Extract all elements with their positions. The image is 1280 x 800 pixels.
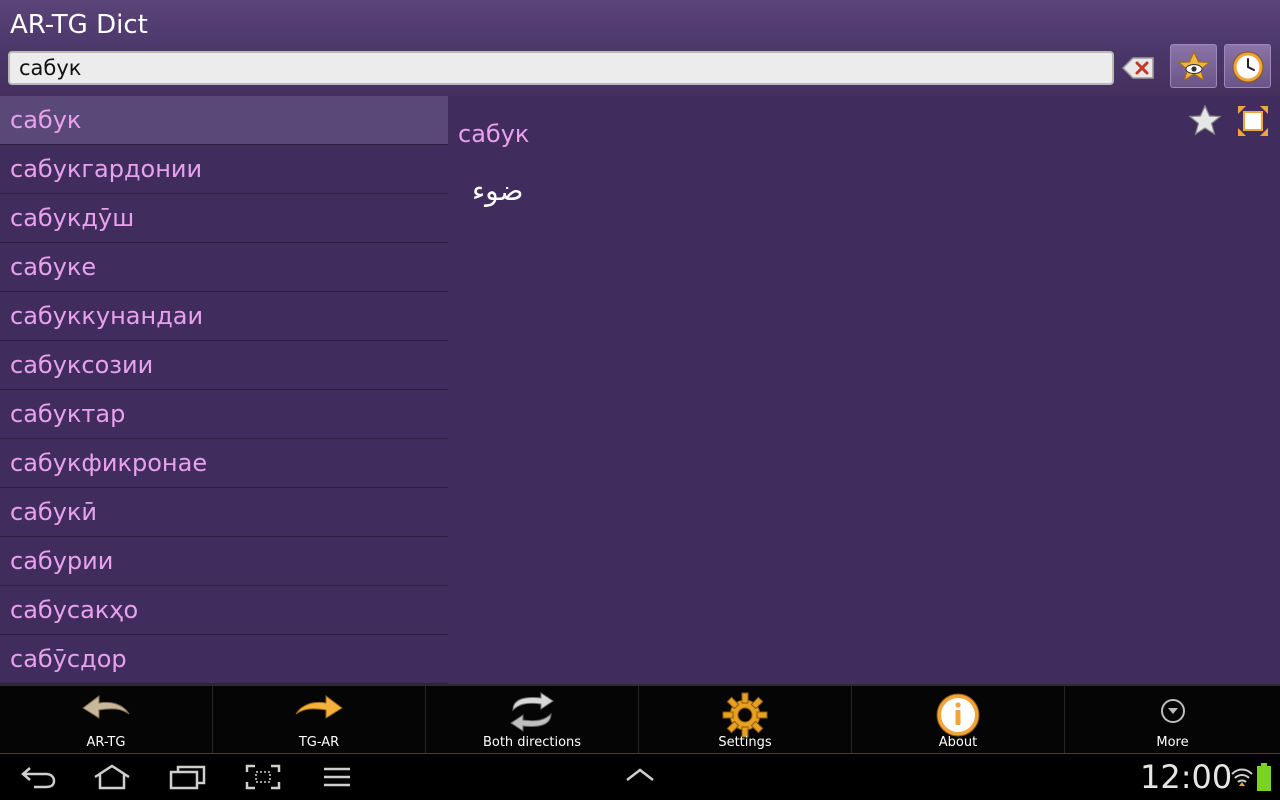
favorites-button[interactable] bbox=[1170, 44, 1217, 88]
word-list-item[interactable]: сабуккунандаи bbox=[0, 292, 448, 341]
recent-apps-icon[interactable] bbox=[168, 764, 208, 790]
word-list-item[interactable]: сабӯсдор bbox=[0, 635, 448, 684]
ar-tg-button[interactable]: AR-TG bbox=[0, 686, 213, 753]
both-directions-label: Both directions bbox=[482, 735, 582, 750]
menu-icon[interactable] bbox=[322, 764, 352, 790]
word-list-item[interactable]: сабуксозии bbox=[0, 341, 448, 390]
clear-search-button[interactable] bbox=[1120, 53, 1156, 83]
title-bar: AR-TG Dict bbox=[0, 0, 1280, 96]
settings-label: Settings bbox=[718, 735, 772, 750]
arrow-left-icon bbox=[82, 695, 130, 719]
definition-pane: сабук ضوء bbox=[448, 96, 1280, 684]
screenshot-icon[interactable] bbox=[245, 764, 281, 790]
search-field[interactable] bbox=[8, 51, 1114, 85]
action-bar: AR-TG TG-AR Both directions Settings Abo… bbox=[0, 684, 1280, 754]
ar-tg-label: AR-TG bbox=[86, 735, 126, 750]
word-list-item[interactable]: сабурии bbox=[0, 537, 448, 586]
star-eye-icon bbox=[1177, 50, 1211, 82]
chevron-up-icon[interactable] bbox=[624, 764, 656, 786]
swap-icon bbox=[510, 692, 554, 732]
chevron-down-icon bbox=[1160, 699, 1185, 723]
clock-icon bbox=[1232, 51, 1264, 83]
add-favorite-button[interactable] bbox=[1188, 104, 1222, 142]
word-list: сабук сабукгардонии сабукдӯш сабуке сабуккун… bbox=[0, 96, 448, 684]
about-label: About bbox=[938, 735, 978, 750]
gear-icon bbox=[722, 692, 768, 738]
more-label: More bbox=[1156, 735, 1189, 750]
word-list-item[interactable]: сабуке bbox=[0, 243, 448, 292]
home-icon[interactable] bbox=[92, 764, 132, 790]
search-input[interactable] bbox=[10, 53, 1112, 83]
word-list-item[interactable]: сабук bbox=[0, 96, 448, 145]
word-list-item[interactable]: сабуктар bbox=[0, 390, 448, 439]
wifi-icon bbox=[1231, 768, 1253, 786]
fullscreen-icon bbox=[1238, 106, 1268, 136]
info-icon bbox=[936, 693, 980, 737]
word-list-item[interactable]: сабукдӯш bbox=[0, 194, 448, 243]
both-directions-button[interactable]: Both directions bbox=[426, 686, 639, 753]
word-list-item[interactable]: сабукфикронае bbox=[0, 439, 448, 488]
back-icon[interactable] bbox=[20, 764, 58, 790]
system-nav-bar: 12:00 bbox=[0, 754, 1280, 800]
definition-translation: ضوء bbox=[472, 174, 524, 207]
status-clock: 12:00 bbox=[1140, 758, 1233, 796]
app-window: AR-TG Dict сабуксабукгардониис bbox=[0, 0, 1280, 800]
star-icon bbox=[1188, 104, 1222, 136]
backspace-clear-icon bbox=[1121, 57, 1154, 79]
app-title: AR-TG Dict bbox=[10, 10, 148, 40]
about-button[interactable]: About bbox=[852, 686, 1065, 753]
history-button[interactable] bbox=[1224, 44, 1271, 88]
arrow-right-icon bbox=[295, 695, 343, 719]
fullscreen-button[interactable] bbox=[1236, 104, 1270, 142]
battery-icon bbox=[1257, 763, 1271, 791]
definition-headword: сабук bbox=[458, 120, 530, 148]
word-list-item[interactable]: сабукгардонии bbox=[0, 145, 448, 194]
word-list-item[interactable]: сабусакҳо bbox=[0, 586, 448, 635]
word-list-item[interactable]: сабукӣ bbox=[0, 488, 448, 537]
settings-button[interactable]: Settings bbox=[639, 686, 852, 753]
tg-ar-button[interactable]: TG-AR bbox=[213, 686, 426, 753]
more-button[interactable]: More bbox=[1065, 686, 1280, 753]
tg-ar-label: TG-AR bbox=[298, 735, 340, 750]
